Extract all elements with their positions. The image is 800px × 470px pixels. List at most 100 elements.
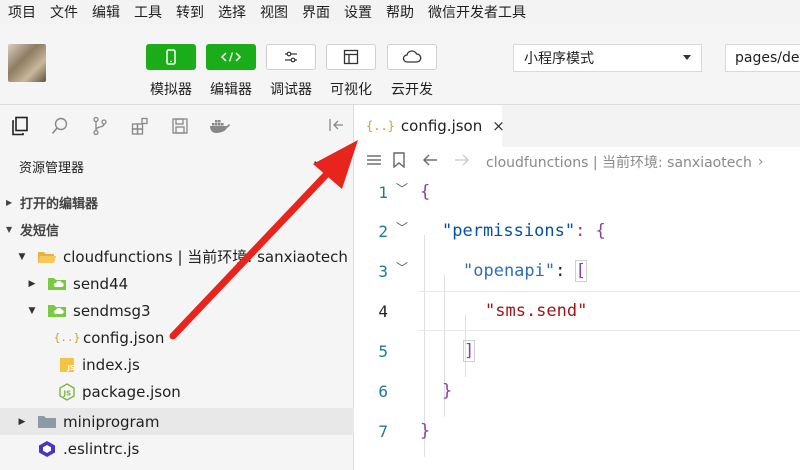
chevron-down-icon[interactable]: ﹀ (396, 259, 408, 276)
menu-view[interactable]: 视图 (252, 2, 294, 22)
bookmark-icon[interactable] (392, 152, 406, 172)
tree-item-eslintrc[interactable]: .eslintrc.js (0, 435, 390, 462)
code-line: 6 } (354, 371, 800, 411)
compile-page-path[interactable]: pages/der (725, 44, 800, 72)
line-number: 5 (378, 341, 388, 361)
code-line: 4 "sms.send" (354, 291, 800, 331)
folder-open-icon (37, 249, 57, 265)
more-actions-button[interactable]: ··· (313, 153, 331, 172)
code-icon (220, 52, 242, 62)
sliders-icon (285, 51, 297, 63)
js-icon: JS (58, 357, 76, 373)
chevron-right-icon: ▶ (18, 416, 26, 427)
mode-select[interactable]: 小程序模式 (513, 44, 702, 72)
project-label: 发短信 (20, 223, 60, 239)
menu-settings[interactable]: 设置 (336, 2, 378, 22)
menu-interface[interactable]: 界面 (294, 2, 336, 22)
tree-item-config-json[interactable]: {..} config.json (0, 324, 410, 351)
code-text: "permissions": { (442, 221, 606, 241)
menu-wechat-devtools[interactable]: 微信开发者工具 (420, 2, 532, 22)
line-number: 7 (378, 421, 388, 441)
phone-icon (166, 49, 176, 65)
disk-icon (172, 118, 188, 134)
menu-help[interactable]: 帮助 (378, 2, 420, 22)
files-icon (12, 116, 28, 136)
compile-page-path-value: pages/der (735, 50, 800, 66)
forward-arrow-icon[interactable] (454, 154, 470, 170)
layout-icon (343, 49, 359, 65)
tree-item-label: config.json (83, 328, 165, 347)
tab-bar: {..} config.json × (354, 105, 800, 147)
explorer-tab[interactable] (0, 105, 40, 147)
tree-item-sendmsg3[interactable]: ▼ sendmsg3 (0, 297, 380, 324)
cloud-icon (402, 50, 422, 63)
project-section[interactable]: ▼ 发短信 (0, 216, 353, 242)
git-branch-icon (93, 116, 107, 136)
chevron-down-icon[interactable]: ﹀ (396, 180, 408, 197)
visualize-button[interactable] (326, 44, 376, 70)
code-line: 3 ﹀ "openapi": [ (354, 251, 800, 291)
code-line: 7 } (354, 411, 800, 451)
json-key: "permissions" (442, 221, 576, 241)
line-number: 1 (378, 182, 388, 202)
chevron-down-icon: ▼ (28, 305, 36, 316)
toolbar: 模拟器 编辑器 调试器 可视化 云开发 小程序模式 pages/der (0, 24, 800, 105)
tree-item-index-js[interactable]: JS index.js (0, 351, 411, 378)
tree-item-label: sendmsg3 (73, 301, 151, 320)
tree-item-package-json[interactable]: JS package.json (0, 378, 411, 405)
menu-file[interactable]: 文件 (42, 2, 84, 22)
search-tab[interactable] (40, 105, 80, 147)
folder-icon (37, 414, 57, 430)
collapse-left-icon (329, 119, 343, 131)
json-icon: {..} (53, 331, 81, 344)
json-icon: {..} (366, 119, 395, 133)
tree-item-send44[interactable]: ▶ send44 (0, 270, 380, 297)
docker-tab[interactable] (200, 105, 240, 147)
cloud-folder-icon (47, 276, 67, 292)
code-text: } (442, 381, 453, 401)
close-icon[interactable]: × (492, 117, 505, 135)
explorer-panel: 资源管理器 ··· ▶ 打开的编辑器 ▼ 发短信 ▼ cloudfunction… (0, 105, 370, 470)
svg-text:JS: JS (63, 389, 72, 397)
menu-select[interactable]: 选择 (210, 2, 252, 22)
tree-item-miniprogram[interactable]: ▶ miniprogram (0, 408, 370, 435)
cloud-folder-icon (47, 303, 67, 319)
code-text: ] (462, 340, 476, 362)
hamburger-icon[interactable] (366, 153, 382, 171)
tree-item-cloudfunctions[interactable]: ▼ cloudfunctions | 当前环境: sanxiaotech (0, 243, 370, 270)
editor-button[interactable] (206, 44, 256, 70)
debugger-label: 调试器 (270, 82, 312, 98)
chevron-down-icon[interactable]: ﹀ (396, 219, 408, 236)
collapse-panel-button[interactable] (327, 117, 345, 137)
code-text: "sms.send" (485, 301, 588, 321)
open-editors-section[interactable]: ▶ 打开的编辑器 (0, 189, 353, 215)
simulator-button[interactable] (146, 44, 196, 70)
code-text: "openapi": [ (463, 260, 587, 282)
line-number: 2 (378, 221, 388, 241)
chevron-down-icon: ▼ (6, 224, 13, 234)
extensions-tab[interactable] (120, 105, 160, 147)
tab-config-json[interactable]: {..} config.json × (354, 105, 505, 147)
line-number: 3 (378, 261, 388, 281)
code-line: 5 ] (354, 331, 800, 371)
cloud-dev-label: 云开发 (391, 82, 433, 98)
back-arrow-icon[interactable] (422, 154, 438, 170)
storage-tab[interactable] (160, 105, 200, 147)
extensions-icon (131, 117, 148, 135)
debugger-button[interactable] (266, 44, 316, 70)
search-icon (51, 117, 68, 135)
menu-goto[interactable]: 转到 (168, 2, 210, 22)
json-key: "openapi" (463, 261, 556, 281)
tab-label: config.json (400, 117, 483, 135)
breadcrumb-path[interactable]: cloudfunctions | 当前环境: sanxiaotech (486, 152, 752, 172)
menu-tools[interactable]: 工具 (126, 2, 168, 22)
source-control-tab[interactable] (80, 105, 120, 147)
chevron-right-icon: › (757, 154, 764, 170)
avatar[interactable] (8, 44, 46, 82)
menu-project[interactable]: 项目 (0, 2, 42, 22)
tree-item-label: .eslintrc.js (63, 439, 140, 458)
code-line: 1 ﹀ { (354, 172, 800, 212)
menu-edit[interactable]: 编辑 (84, 2, 126, 22)
editor-area: {..} config.json × cloudfunctions | 当前环境… (354, 105, 800, 470)
cloud-dev-button[interactable] (387, 44, 437, 70)
